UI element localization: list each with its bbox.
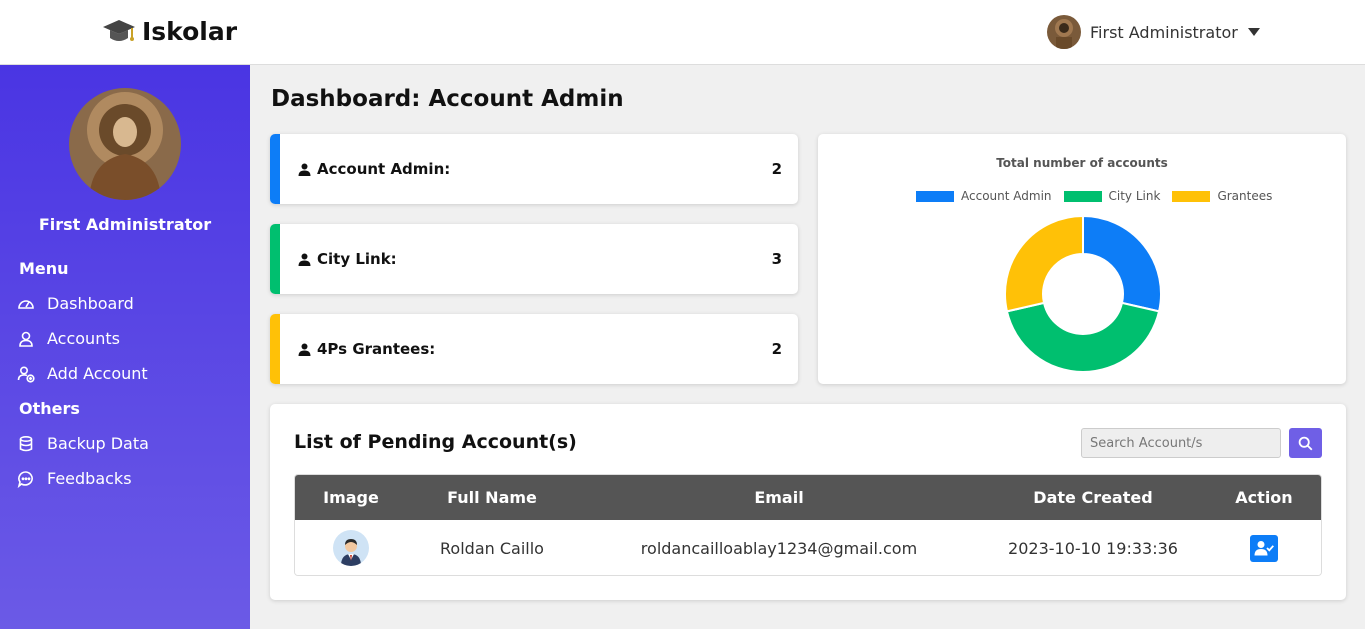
- others-heading: Others: [19, 399, 80, 418]
- pending-accounts-card: List of Pending Account(s) Image Full Na…: [270, 404, 1346, 600]
- legend-item-city-link[interactable]: City Link: [1063, 189, 1161, 203]
- stat-card-city-link: City Link: 3: [270, 224, 798, 294]
- sidebar-item-accounts[interactable]: Accounts: [17, 329, 120, 348]
- stat-accent-bar: [270, 134, 280, 204]
- stat-label-text: 4Ps Grantees:: [317, 340, 436, 358]
- database-icon: [19, 435, 33, 451]
- chat-icon: [17, 470, 33, 488]
- stat-label-text: City Link:: [317, 250, 397, 268]
- donut-slice-account-admin[interactable]: [1082, 214, 1162, 313]
- sidebar: First Administrator Menu Dashboard Accou…: [0, 65, 250, 629]
- pending-accounts-table: Image Full Name Email Date Created Actio…: [294, 474, 1322, 576]
- legend-label: City Link: [1108, 189, 1161, 203]
- user-menu[interactable]: First Administrator: [1047, 15, 1260, 49]
- legend-item-grantees[interactable]: Grantees: [1172, 189, 1272, 203]
- stat-label: 4Ps Grantees:: [298, 340, 435, 358]
- sidebar-user-name: First Administrator: [38, 215, 212, 234]
- sidebar-item-add-account[interactable]: Add Account: [17, 364, 148, 383]
- user-check-icon: [1254, 541, 1274, 556]
- row-action-cell: [1205, 520, 1321, 575]
- stat-card-4ps-grantees: 4Ps Grantees: 2: [270, 314, 798, 384]
- donut-slice-grantees[interactable]: [1004, 214, 1084, 313]
- stat-accent-bar: [270, 224, 280, 294]
- graduation-cap-icon: [103, 20, 135, 41]
- search-input[interactable]: [1081, 428, 1281, 458]
- table-title: List of Pending Account(s): [294, 431, 577, 453]
- sidebar-item-feedbacks[interactable]: Feedbacks: [17, 469, 132, 488]
- stat-value: 3: [771, 250, 782, 268]
- menu-heading: Menu: [19, 259, 69, 278]
- sidebar-item-label: Add Account: [47, 364, 148, 383]
- stat-accent-bar: [270, 314, 280, 384]
- sidebar-item-label: Feedbacks: [47, 469, 132, 488]
- chart-legend: Account Admin City Link Grantees: [916, 189, 1284, 203]
- stat-value: 2: [771, 160, 782, 178]
- donut-chart: [1004, 214, 1162, 373]
- column-header-email: Email: [754, 488, 804, 507]
- sidebar-item-label: Accounts: [47, 329, 120, 348]
- row-email: roldancailloablay1234@gmail.com: [640, 538, 918, 558]
- column-header-action: Action: [1235, 488, 1293, 507]
- table-row: Roldan Caillo roldancailloablay1234@gmai…: [295, 520, 1321, 575]
- row-image-cell: [295, 520, 407, 575]
- gauge-icon: [18, 299, 34, 309]
- avatar: [333, 530, 369, 566]
- legend-item-account-admin[interactable]: Account Admin: [916, 189, 1052, 203]
- table-header: Image Full Name Email Date Created Actio…: [295, 475, 1321, 520]
- legend-swatch: [916, 190, 954, 202]
- header-user-name: First Administrator: [1090, 22, 1238, 42]
- caret-down-icon: [1247, 28, 1260, 36]
- accounts-chart-card: Total number of accounts Account Admin C…: [818, 134, 1346, 384]
- top-bar: Iskolar First Administrator: [0, 0, 1365, 65]
- avatar: [1047, 15, 1081, 49]
- stat-label-text: Account Admin:: [317, 160, 451, 178]
- user-add-icon: [17, 365, 35, 383]
- sidebar-item-label: Backup Data: [47, 434, 149, 453]
- sidebar-item-backup-data[interactable]: Backup Data: [17, 434, 149, 453]
- app-name: Iskolar: [142, 16, 238, 46]
- row-full-name: Roldan Caillo: [440, 538, 544, 558]
- search-icon: [1298, 436, 1313, 450]
- approve-account-button[interactable]: [1250, 534, 1278, 562]
- legend-label: Account Admin: [961, 189, 1052, 203]
- row-date-created: 2023-10-10 19:33:36: [1008, 538, 1178, 558]
- stat-card-account-admin: Account Admin: 2: [270, 134, 798, 204]
- user-icon: [298, 343, 311, 356]
- search-button[interactable]: [1289, 428, 1322, 458]
- sidebar-item-label: Dashboard: [47, 294, 134, 313]
- sidebar-item-dashboard[interactable]: Dashboard: [17, 294, 134, 313]
- page-title: Dashboard: Account Admin: [271, 86, 624, 112]
- stat-label: City Link:: [298, 250, 397, 268]
- user-icon: [19, 331, 33, 347]
- legend-swatch: [1172, 190, 1211, 202]
- brand[interactable]: Iskolar: [102, 16, 237, 46]
- avatar: [69, 88, 181, 200]
- legend-swatch: [1063, 190, 1102, 202]
- column-header-date-created: Date Created: [1033, 488, 1153, 507]
- donut-slice-city-link[interactable]: [1005, 301, 1161, 373]
- user-icon: [298, 253, 311, 266]
- chart-title: Total number of accounts: [996, 156, 1168, 170]
- user-icon: [298, 163, 311, 176]
- column-header-image: Image: [323, 488, 379, 507]
- column-header-full-name: Full Name: [447, 488, 537, 507]
- legend-label: Grantees: [1217, 189, 1273, 203]
- stat-value: 2: [771, 340, 782, 358]
- stat-label: Account Admin:: [298, 160, 450, 178]
